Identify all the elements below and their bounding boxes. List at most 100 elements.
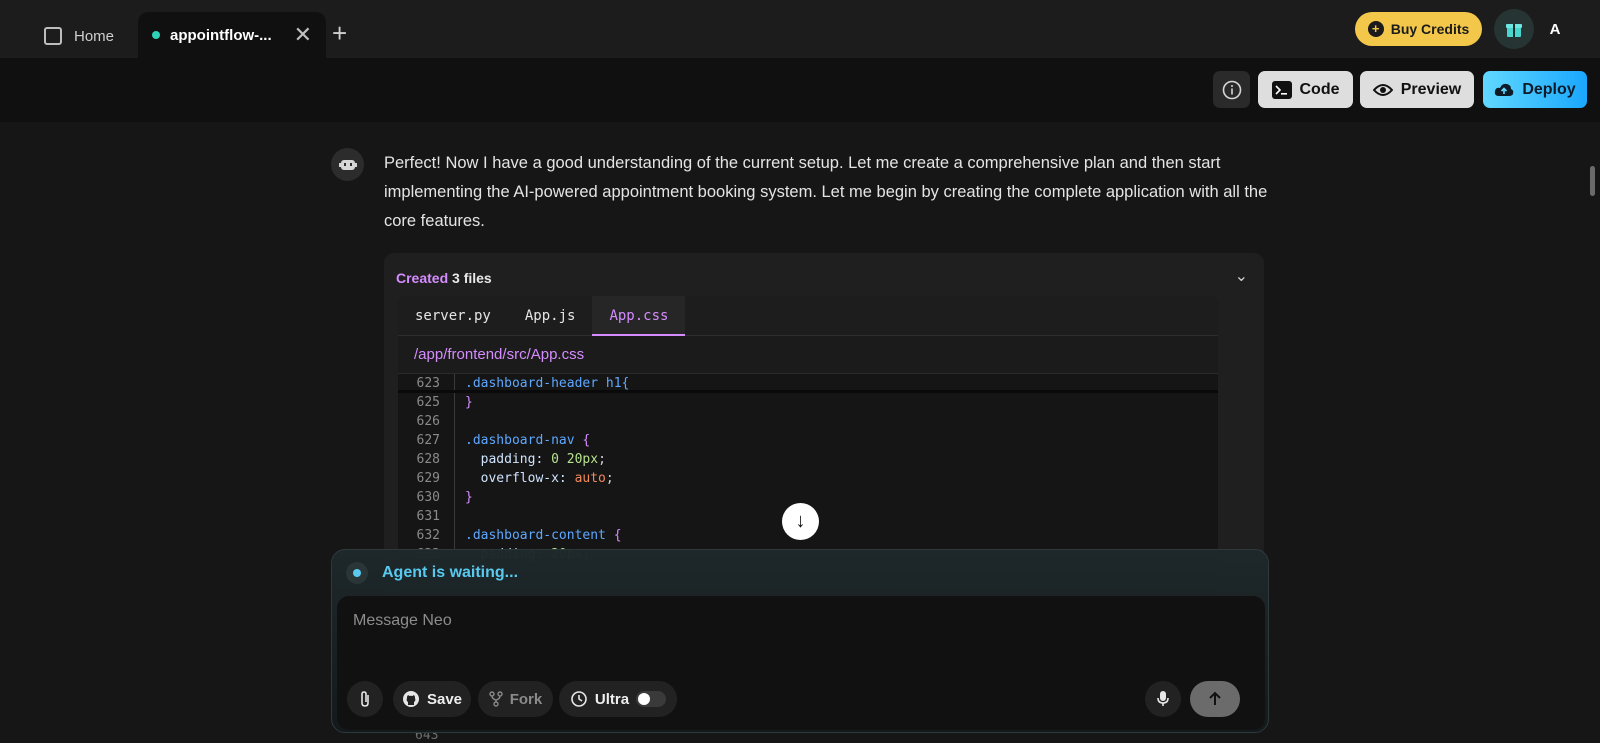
coin-icon: + xyxy=(1367,21,1384,37)
home-icon xyxy=(44,27,62,45)
indent-guide xyxy=(454,469,455,488)
ultra-toggle[interactable]: Ultra xyxy=(559,681,677,717)
code-token: } xyxy=(465,395,473,410)
tab-appointflow-label: appointflow-... xyxy=(170,26,272,44)
code-token: } xyxy=(465,490,473,505)
toolbar: Code Preview Deploy xyxy=(0,58,1600,122)
avatar[interactable]: A xyxy=(1540,14,1570,44)
paperclip-icon xyxy=(361,691,369,707)
send-button[interactable] xyxy=(1190,681,1240,717)
close-tab-icon[interactable]: ✕ xyxy=(294,22,312,48)
gift-icon xyxy=(1506,24,1522,37)
agent-status: Agent is waiting... xyxy=(346,562,518,584)
attach-button[interactable] xyxy=(347,681,383,717)
info-icon xyxy=(1222,80,1241,99)
gift-button[interactable] xyxy=(1494,9,1534,49)
microphone-button[interactable] xyxy=(1145,681,1181,717)
file-tab-app-css[interactable]: App.css xyxy=(592,296,686,336)
code-token: padding: xyxy=(465,452,552,467)
code-token: 0 20px xyxy=(551,452,599,467)
agent-avatar xyxy=(331,148,364,181)
info-button[interactable] xyxy=(1213,71,1250,108)
indent-guide xyxy=(454,488,455,507)
indent-guide xyxy=(454,431,455,450)
microphone-icon xyxy=(1157,691,1169,706)
fork-icon xyxy=(489,691,503,707)
code-line: 623 .dashboard-header h1{ xyxy=(398,374,1218,393)
line-number: 631 xyxy=(416,509,440,524)
code-button[interactable]: Code xyxy=(1258,71,1353,108)
eye-icon xyxy=(1372,83,1393,96)
tab-home[interactable]: Home xyxy=(30,14,128,58)
indent-guide xyxy=(454,412,455,431)
preview-button[interactable]: Preview xyxy=(1360,71,1474,108)
line-number: 623 xyxy=(416,376,440,391)
status-dot-icon xyxy=(152,31,160,39)
code-token: .dashboard-nav xyxy=(465,433,583,448)
file-path: /app/frontend/src/App.css xyxy=(398,336,1218,374)
new-tab-button[interactable]: + xyxy=(332,18,347,49)
line-number: 627 xyxy=(416,433,440,448)
code-token: ; xyxy=(598,452,606,467)
buy-credits-label: Buy Credits xyxy=(1390,21,1470,37)
code-token: { xyxy=(613,528,622,543)
file-tab-app-js[interactable]: App.js xyxy=(508,296,593,336)
line-number: 628 xyxy=(416,452,440,467)
line-number: 632 xyxy=(416,528,440,543)
code-label: Code xyxy=(1299,80,1340,98)
created-label: Created xyxy=(396,270,449,286)
ultra-label: Ultra xyxy=(594,690,630,708)
file-tab-server-py[interactable]: server.py xyxy=(398,296,508,336)
line-number: 630 xyxy=(416,490,440,505)
preview-label: Preview xyxy=(1400,80,1462,98)
indent-guide xyxy=(454,526,455,545)
indent-guide xyxy=(454,374,455,390)
created-files-header[interactable]: Created 3 files xyxy=(396,270,492,286)
code-line: 627 .dashboard-nav { xyxy=(398,431,1218,450)
cloud-upload-icon xyxy=(1495,83,1514,96)
arrow-up-icon xyxy=(1209,691,1221,705)
message-composer: Agent is waiting... Message Neo Save For… xyxy=(331,549,1269,733)
page-scrollbar[interactable] xyxy=(1590,166,1595,196)
deploy-button[interactable]: Deploy xyxy=(1483,71,1587,108)
tab-bar: Home appointflow-... ✕ + + Buy Credits A xyxy=(0,0,1600,58)
deploy-label: Deploy xyxy=(1522,80,1576,98)
history-icon xyxy=(571,691,587,707)
code-line: 629 overflow-x: auto; xyxy=(398,469,1218,488)
indent-guide xyxy=(454,507,455,526)
code-token: ; xyxy=(605,471,614,486)
code-token: auto xyxy=(574,471,606,486)
agent-message: Perfect! Now I have a good understanding… xyxy=(384,154,1268,230)
chevron-down-icon[interactable]: ⌄ xyxy=(1235,266,1248,286)
code-line: 626 xyxy=(398,412,1218,431)
fork-button[interactable]: Fork xyxy=(478,681,553,717)
message-input[interactable]: Message Neo Save Fork Ultra xyxy=(337,596,1265,730)
line-number: 625 xyxy=(416,395,440,410)
code-line: 625} xyxy=(398,393,1218,412)
line-number: 629 xyxy=(416,471,440,486)
buy-credits-button[interactable]: + Buy Credits xyxy=(1355,12,1482,46)
status-indicator-icon xyxy=(346,562,368,584)
tab-appointflow[interactable]: appointflow-... ✕ xyxy=(138,12,326,58)
indent-guide xyxy=(454,450,455,469)
save-button[interactable]: Save xyxy=(393,681,471,717)
fork-label: Fork xyxy=(509,690,543,708)
file-tabs: server.py App.js App.css xyxy=(398,296,1218,336)
tab-home-label: Home xyxy=(74,27,115,45)
github-icon xyxy=(402,691,419,707)
save-label: Save xyxy=(426,690,463,708)
indent-guide xyxy=(454,393,455,412)
code-token: .dashboard-content xyxy=(465,528,614,543)
ultra-switch[interactable] xyxy=(636,691,667,707)
code-line: 628 padding: 0 20px; xyxy=(398,450,1218,469)
terminal-icon xyxy=(1271,80,1292,99)
line-number: 626 xyxy=(416,414,440,429)
robot-icon xyxy=(338,159,357,170)
code-token: { xyxy=(582,433,591,448)
scroll-to-bottom-button[interactable]: ↓ xyxy=(782,503,819,540)
message-placeholder: Message Neo xyxy=(353,612,452,629)
arrow-down-icon: ↓ xyxy=(795,510,806,532)
code-token: .dashboard-header h1{ xyxy=(465,376,630,391)
code-token: overflow-x: xyxy=(465,471,575,486)
file-count: 3 files xyxy=(452,270,492,286)
